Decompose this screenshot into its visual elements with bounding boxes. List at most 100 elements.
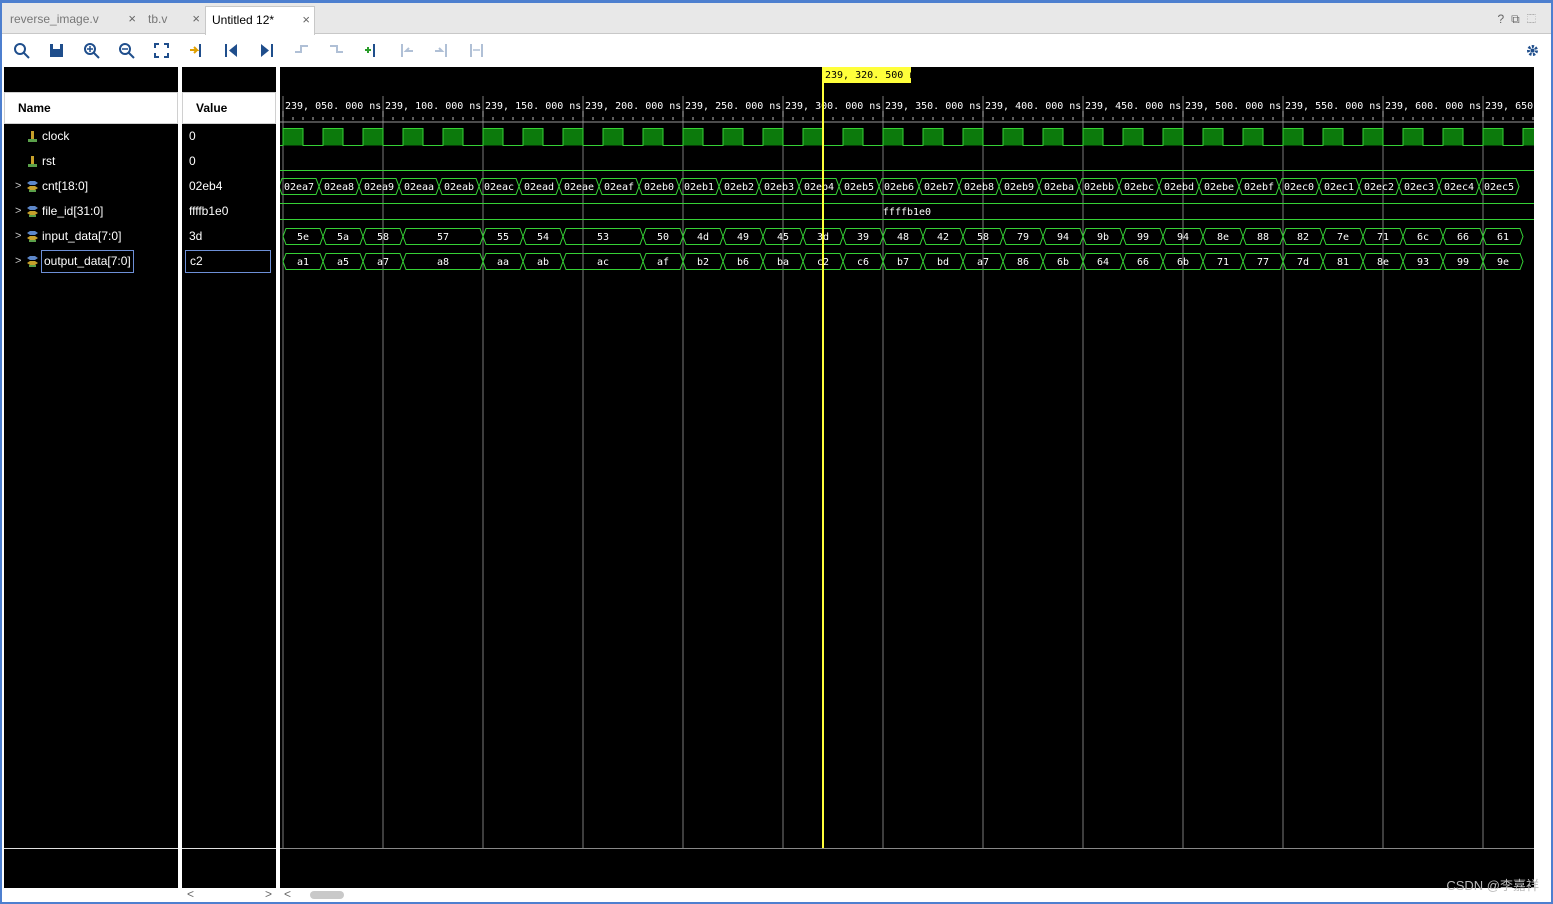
signal-value-row[interactable]: 02eb4	[182, 174, 276, 199]
bus-signal-icon	[27, 231, 38, 242]
bus-value-label: b7	[897, 257, 909, 268]
bus-value-label: 77	[1257, 257, 1269, 268]
bus-value-label: a5	[337, 257, 349, 268]
signal-value-row[interactable]: ffffb1e0	[182, 199, 276, 224]
signal-value: 02eb4	[189, 179, 223, 193]
signal-row-rst[interactable]: rst	[4, 149, 178, 174]
signal-value-row[interactable]: 0	[182, 149, 276, 174]
divider	[4, 848, 178, 849]
chevron-right-icon[interactable]: >	[15, 249, 21, 274]
settings-gear-button[interactable]	[1521, 39, 1543, 61]
bus-value-label: 02eac	[484, 182, 514, 193]
save-icon	[49, 43, 63, 57]
clock-high-pulse	[1043, 128, 1063, 146]
bus-value-label: 64	[1097, 257, 1109, 268]
waveform-scrollbar[interactable]	[280, 888, 1548, 902]
zoom-out-button[interactable]	[115, 39, 137, 61]
bus-value-label: 8e	[1377, 257, 1389, 268]
go-to-start-button[interactable]	[220, 39, 242, 61]
signal-value-row[interactable]: c2	[182, 249, 276, 274]
close-icon[interactable]: ×	[192, 6, 200, 32]
bus-value-label: 58	[977, 232, 989, 243]
search-button[interactable]	[10, 39, 32, 61]
bus-value-label: 4d	[697, 232, 709, 243]
bus-value-label: 02ec2	[1364, 182, 1394, 193]
settings-gear-icon	[1526, 44, 1538, 56]
tab-label: Untitled 12*	[212, 13, 275, 27]
next-transition-icon	[329, 44, 343, 53]
zoom-out-icon	[118, 42, 135, 59]
signal-row-input-data[interactable]: > input_data[7:0]	[4, 224, 178, 249]
scroll-left-icon[interactable]: <	[284, 887, 291, 901]
maximize-icon[interactable]: ⬚	[1527, 12, 1543, 26]
next-marker-icon	[434, 43, 447, 57]
bus-value-label: 61	[1497, 232, 1509, 243]
bus-value-label: 82	[1297, 232, 1309, 243]
zoom-fit-button[interactable]	[150, 39, 172, 61]
bus-value-label: 5e	[297, 232, 309, 243]
bus-value-label: 99	[1137, 232, 1149, 243]
signal-name: output_data[7:0]	[41, 250, 134, 273]
close-icon[interactable]: ×	[128, 6, 136, 32]
previous-transition-button[interactable]	[290, 39, 312, 61]
bus-value-label: 02eae	[564, 182, 594, 193]
bus-value-label: 02ead	[524, 182, 554, 193]
clock-high-pulse	[603, 128, 623, 146]
signal-row-file-id[interactable]: > file_id[31:0]	[4, 199, 178, 224]
signal-name: clock	[42, 129, 70, 143]
restore-icon[interactable]: ⧉	[1511, 12, 1527, 26]
chevron-right-icon[interactable]: >	[15, 174, 21, 199]
bus-signal-icon	[27, 256, 38, 267]
save-button[interactable]	[45, 39, 67, 61]
clock-high-pulse	[1003, 128, 1023, 146]
waveform-canvas[interactable]: 239, 050. 000 ns 239, 100. 000 ns 239, 150…	[280, 67, 1534, 888]
chevron-right-icon[interactable]: >	[15, 199, 21, 224]
bus-value-label: 6b	[1177, 257, 1189, 268]
help-icon[interactable]: ?	[1497, 12, 1511, 26]
scrollbar-thumb[interactable]	[310, 891, 344, 899]
go-to-start-icon	[224, 43, 237, 57]
time-tick-label: 239, 650.	[1485, 101, 1534, 112]
tab-untitled-12[interactable]: Untitled 12* ×	[205, 6, 315, 35]
search-icon	[13, 42, 30, 59]
signal-value: 0	[189, 154, 196, 168]
signal-row-clock[interactable]: clock	[4, 124, 178, 149]
clock-high-pulse	[683, 128, 703, 146]
swap-cursors-button[interactable]	[465, 39, 487, 61]
signal-row-cnt[interactable]: > cnt[18:0]	[4, 174, 178, 199]
go-to-cursor-button[interactable]	[185, 39, 207, 61]
go-to-end-button[interactable]	[255, 39, 277, 61]
scroll-left-icon[interactable]: <	[187, 887, 194, 901]
tab-reverse-image[interactable]: reverse_image.v ×	[4, 6, 140, 34]
bus-value-label: 02eb7	[924, 182, 954, 193]
divider	[280, 848, 1534, 849]
tab-tb[interactable]: tb.v ×	[142, 6, 204, 34]
clock-high-pulse	[363, 128, 383, 146]
clock-high-pulse	[1283, 128, 1303, 146]
bus-signal-icon	[27, 181, 38, 192]
next-transition-button[interactable]	[325, 39, 347, 61]
clock-high-pulse	[443, 128, 463, 146]
zoom-in-button[interactable]	[80, 39, 102, 61]
previous-marker-button[interactable]	[395, 39, 417, 61]
signal-value: 0	[189, 129, 196, 143]
clock-high-pulse	[963, 128, 983, 146]
scroll-right-icon[interactable]: >	[265, 887, 272, 901]
name-column-header[interactable]: Name	[4, 92, 178, 124]
add-marker-button[interactable]	[360, 39, 382, 61]
next-marker-button[interactable]	[430, 39, 452, 61]
value-column-header[interactable]: Value	[182, 92, 276, 124]
value-scrollbar[interactable]	[182, 888, 276, 902]
signal-row-output-data[interactable]: > output_data[7:0]	[4, 249, 178, 274]
chevron-right-icon[interactable]: >	[15, 224, 21, 249]
signal-name: input_data[7:0]	[42, 229, 122, 243]
bus-value-label: 45	[777, 232, 789, 243]
signal-value-row[interactable]: 3d	[182, 224, 276, 249]
bus-value-label: c6	[857, 257, 869, 268]
signal-value-row[interactable]: 0	[182, 124, 276, 149]
bus-value-label: 5a	[337, 232, 349, 243]
time-tick-label: 239, 550. 000 ns	[1285, 101, 1381, 112]
close-icon[interactable]: ×	[302, 7, 310, 33]
bus-value-label: 02ec1	[1324, 182, 1354, 193]
bus-value-label: 94	[1057, 232, 1069, 243]
